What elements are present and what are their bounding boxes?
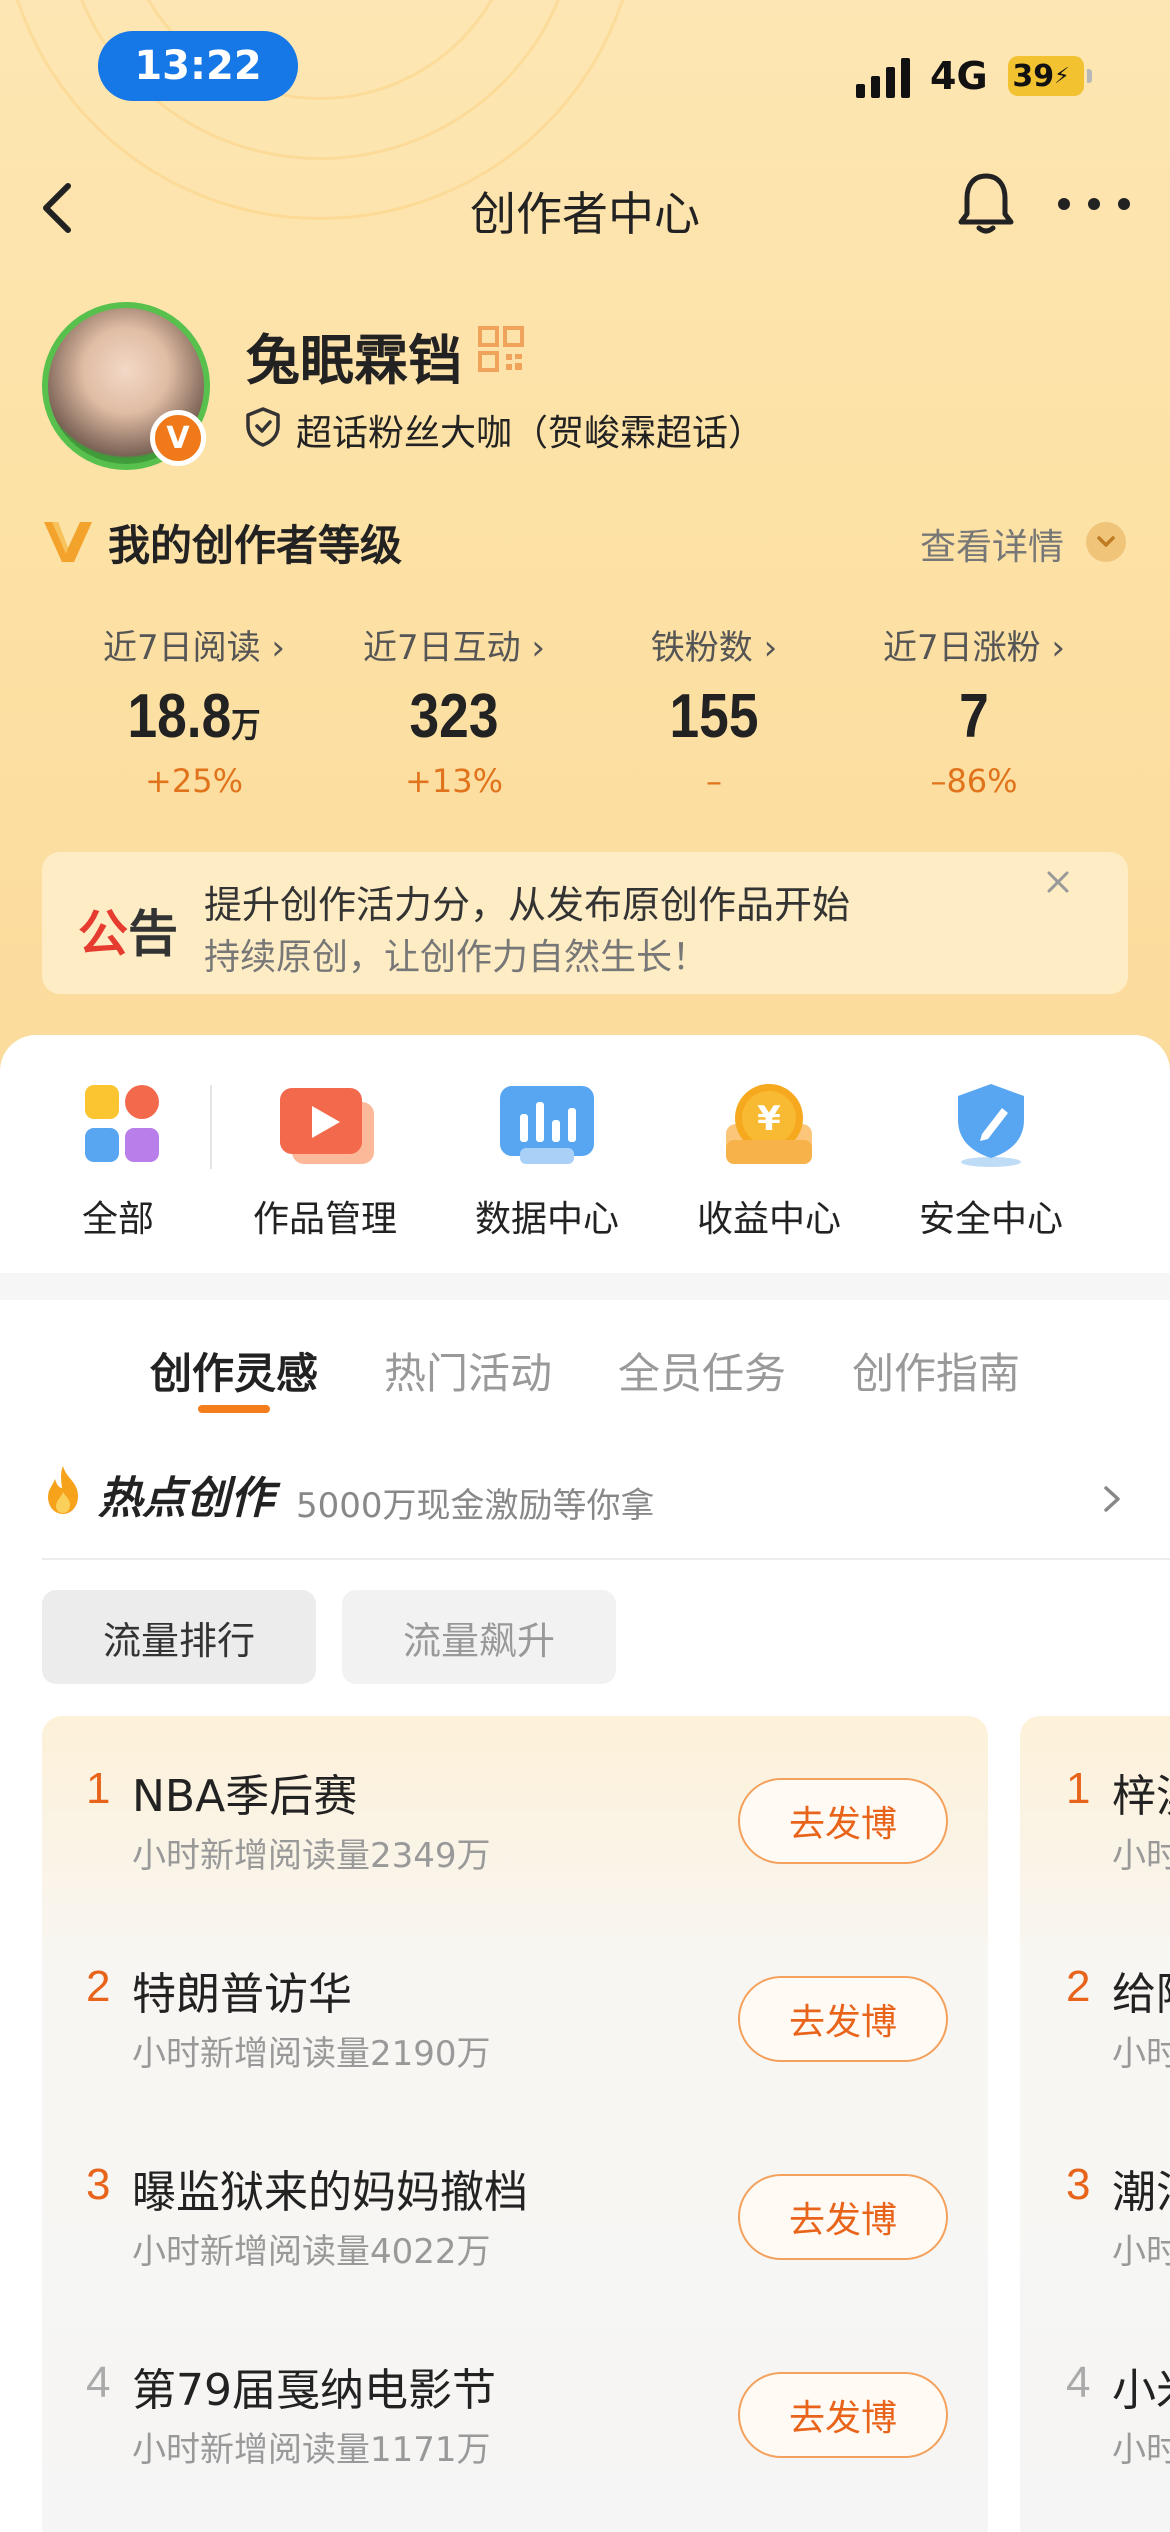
rank-number: 3	[86, 2160, 111, 2209]
stat-interactions[interactable]: 近7日互动 › 323 +13%	[324, 620, 584, 800]
tab-indicator	[198, 1405, 270, 1413]
tool-all[interactable]: 全部	[68, 1080, 178, 1242]
post-button[interactable]: 去发博	[738, 1976, 948, 2062]
stat-label: 铁粉数 ›	[650, 628, 778, 668]
rank-number: 3	[1066, 2160, 1091, 2209]
divider	[42, 1558, 1170, 1560]
rank-title: 小米	[1112, 2365, 1170, 2416]
rank-subtitle: 小时新增阅读量2349万	[132, 1836, 491, 1876]
tool-label: 作品管理	[252, 1199, 397, 1240]
rank-title: 给阿	[1112, 1969, 1170, 2020]
svg-text:¥: ¥	[757, 1099, 781, 1139]
rank-subtitle: 小时	[1112, 1836, 1170, 1876]
hot-title: 热点创作	[98, 1473, 274, 1524]
post-button[interactable]: 去发博	[738, 2174, 948, 2260]
rank-subtitle: 小时新增阅读量2190万	[132, 2034, 491, 2074]
stat-label: 近7日阅读 ›	[102, 628, 286, 668]
level-detail-link[interactable]: 查看详情	[920, 518, 1064, 570]
more-icon[interactable]	[1058, 198, 1130, 212]
stat-change: +13%	[405, 762, 503, 800]
stat-value: 323	[409, 682, 499, 751]
stat-label: 近7日涨粉 ›	[882, 628, 1066, 668]
rank-number: 1	[86, 1764, 111, 1813]
chevron-right-icon[interactable]	[1100, 1484, 1126, 1514]
rank-subtitle: 小时	[1112, 2430, 1170, 2470]
v-level-icon	[44, 522, 92, 562]
level-title: 我的创作者等级	[108, 521, 403, 570]
rank-number: 4	[86, 2358, 111, 2407]
verified-badge-icon: V	[150, 410, 206, 466]
tab-tasks[interactable]: 全员任务	[618, 1340, 786, 1401]
shield-icon	[246, 407, 280, 447]
rank-title: NBA季后赛	[132, 1771, 358, 1822]
tool-data[interactable]: 数据中心	[472, 1080, 622, 1242]
rank-title: 梓淇	[1112, 1771, 1170, 1822]
stat-change: –86%	[930, 762, 1018, 800]
tool-label: 全部	[81, 1199, 154, 1240]
filter-traffic-rank[interactable]: 流量排行	[42, 1590, 316, 1684]
qr-code-icon[interactable]	[478, 326, 524, 372]
battery-level: 39	[1012, 58, 1055, 94]
tool-label: 安全中心	[918, 1199, 1063, 1240]
rank-number: 4	[1066, 2358, 1091, 2407]
tool-works[interactable]: 作品管理	[250, 1080, 400, 1242]
divider	[210, 1085, 212, 1169]
back-icon[interactable]	[32, 178, 92, 238]
tab-hot-events[interactable]: 热门活动	[384, 1340, 552, 1401]
rank-title: 特朗普访华	[132, 1969, 352, 2020]
post-button[interactable]: 去发博	[738, 1778, 948, 1864]
stat-value: 155	[669, 682, 759, 751]
stat-iron-fans[interactable]: 铁粉数 › 155 –	[584, 620, 844, 800]
rank-number: 2	[1066, 1962, 1091, 2011]
grid-icon	[85, 1085, 159, 1162]
stat-new-fans[interactable]: 近7日涨粉 › 7 –86%	[844, 620, 1104, 800]
chevron-down-icon[interactable]	[1086, 522, 1126, 562]
shield-pen-icon	[958, 1084, 1024, 1167]
rank-subtitle: 小时	[1112, 2232, 1170, 2272]
tab-inspiration[interactable]: 创作灵感	[150, 1340, 318, 1401]
tool-label: 数据中心	[474, 1199, 619, 1240]
rank-number: 1	[1066, 1764, 1091, 1813]
flame-icon	[48, 1466, 78, 1514]
bell-icon[interactable]	[955, 170, 1017, 236]
rank-subtitle: 小时	[1112, 2034, 1170, 2074]
rank-subtitle: 小时新增阅读量1171万	[132, 2430, 491, 2470]
rank-title: 第79届戛纳电影节	[132, 2365, 496, 2416]
battery-icon: 39 ⚡	[1008, 56, 1092, 96]
yuan-icon: ¥	[726, 1084, 812, 1164]
rank-number: 2	[86, 1962, 111, 2011]
announcement-tag: 公告	[78, 905, 178, 963]
rank-title: 曝监狱来的妈妈撤档	[132, 2167, 528, 2218]
video-icon	[280, 1088, 374, 1164]
ranking-card-next: 1 梓淇 小时 2 给阿 小时 3 潮汕 小时 4 小米 小时	[1020, 1716, 1170, 2532]
signal-icon	[856, 56, 910, 98]
chart-icon	[500, 1086, 594, 1164]
announcement-text: 提升创作活力分，从发布原创作品开始	[204, 883, 851, 927]
hot-subtitle: 5000万现金激励等你拿	[296, 1486, 655, 1526]
tab-guide[interactable]: 创作指南	[852, 1340, 1020, 1401]
username[interactable]: 兔眠霖铛	[246, 316, 462, 395]
fan-title[interactable]: 超话粉丝大咖（贺峻霖超话）	[296, 404, 764, 456]
rank-title: 潮汕	[1112, 2167, 1170, 2218]
stat-change: +25%	[145, 762, 243, 800]
stat-value: 7	[959, 682, 989, 751]
post-button[interactable]: 去发博	[738, 2372, 948, 2458]
status-time: 13:22	[98, 31, 298, 101]
tool-label: 收益中心	[696, 1199, 841, 1240]
filter-traffic-rising[interactable]: 流量飙升	[342, 1590, 616, 1684]
stat-value: 18.8万	[127, 682, 261, 751]
announcement-banner[interactable]: 公告 提升创作活力分，从发布原创作品开始 持续原创，让创作力自然生长！	[42, 852, 1128, 994]
stat-label: 近7日互动 ›	[362, 628, 546, 668]
rank-subtitle: 小时新增阅读量4022万	[132, 2232, 491, 2272]
close-icon[interactable]	[1042, 866, 1074, 898]
stat-change: –	[706, 762, 722, 800]
announcement-subtext: 持续原创，让创作力自然生长！	[204, 937, 709, 978]
network-label: 4G	[930, 54, 988, 98]
stat-reads[interactable]: 近7日阅读 › 18.8万 +25%	[64, 620, 324, 800]
tool-security[interactable]: 安全中心	[916, 1080, 1066, 1242]
tool-income[interactable]: ¥ 收益中心	[694, 1080, 844, 1242]
